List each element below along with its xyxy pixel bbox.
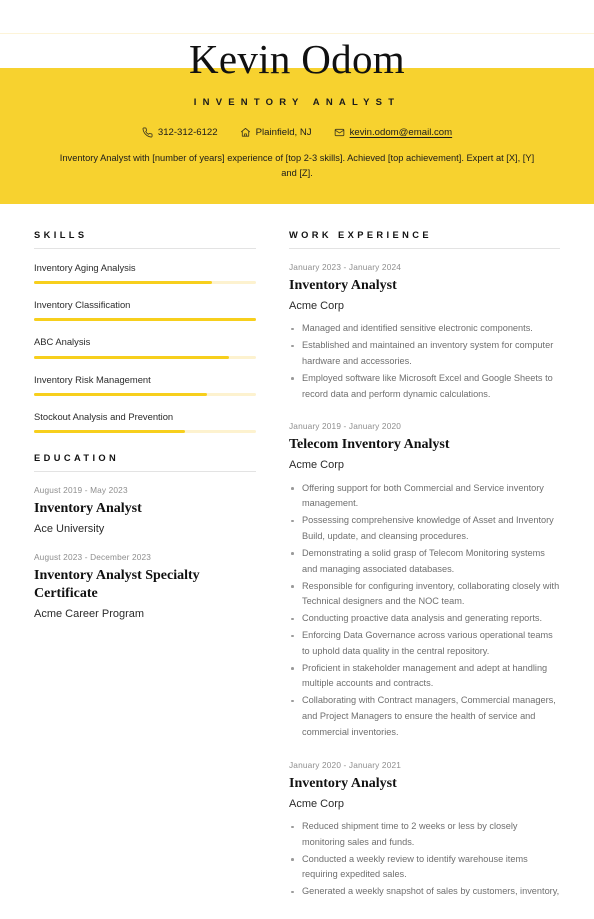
work-entry-bullets: Reduced shipment time to 2 weeks or less… — [289, 819, 560, 900]
work-experience-section: WORK EXPERIENCE January 2023 - January 2… — [289, 230, 560, 900]
education-entry-org: Ace University — [34, 523, 105, 535]
work-entry-title: Inventory Analyst — [289, 278, 397, 293]
education-entry-org: Acme Career Program — [34, 608, 145, 621]
education-entry-title: Inventory Analyst — [34, 501, 142, 517]
contact-row: 312-312-6122 Plainfield, NJ kevin.odom@e… — [40, 127, 554, 138]
education-heading: EDUCATION — [34, 453, 256, 473]
skill-item: Inventory Aging Analysis — [34, 262, 256, 285]
right-column: WORK EXPERIENCE January 2023 - January 2… — [289, 230, 560, 919]
bullet-item: Demonstrating a solid grasp of Telecom M… — [289, 546, 560, 578]
skill-item: Inventory Risk Management — [34, 374, 256, 396]
resume-body: SKILLS Inventory Aging Analysis Inventor… — [0, 204, 594, 919]
email-icon — [334, 127, 345, 138]
bullet-item: Reduced shipment time to 2 weeks or less… — [289, 819, 560, 851]
education-entry-date: August 2019 - May 2023 — [34, 485, 128, 496]
education-section: EDUCATION August 2019 - May 2023 Invento… — [34, 453, 256, 621]
work-entry-bullets: Offering support for both Commercial and… — [289, 481, 560, 741]
skill-level-fill — [34, 392, 208, 396]
skill-level-track — [34, 318, 256, 322]
work-entry-title: Telecom Inventory Analyst — [289, 437, 450, 453]
bullet-item: Employed software like Microsoft Excel a… — [289, 371, 560, 403]
skill-level-track — [34, 355, 256, 359]
skill-item: ABC Analysis — [34, 336, 256, 359]
education-entry-date: August 2023 - December 2023 — [34, 552, 152, 563]
skill-name: Stockout Analysis and Prevention — [34, 410, 174, 422]
education-entry: August 2023 - December 2023 Inventory An… — [34, 552, 256, 621]
candidate-name: Kevin Odom — [189, 36, 405, 82]
bullet-item: Established and maintained an inventory … — [289, 338, 560, 370]
work-entry-title: Inventory Analyst — [289, 775, 397, 791]
contact-email[interactable]: kevin.odom@email.com — [334, 127, 453, 139]
education-entry: August 2019 - May 2023 Inventory Analyst… — [34, 485, 256, 536]
skill-name: Inventory Risk Management — [34, 373, 151, 385]
work-entry-org: Acme Corp — [289, 299, 345, 312]
professional-summary: Inventory Analyst with [number of years]… — [59, 153, 535, 179]
work-entry: January 2020 - January 2021 Inventory An… — [289, 760, 560, 900]
bullet-item: Proficient in stakeholder management and… — [289, 661, 560, 693]
resume-header: Kevin Odom Inventory Analyst 312-312-612… — [0, 0, 594, 204]
skill-level-track — [34, 430, 256, 434]
skill-level-track — [34, 281, 256, 285]
contact-location-text: Plainfield, NJ — [255, 127, 312, 139]
skill-name: Inventory Classification — [34, 299, 131, 311]
skill-level-fill — [34, 430, 185, 434]
work-entry-date: January 2019 - January 2020 — [289, 421, 401, 432]
bullet-item: Generated a weekly snapshot of sales by … — [289, 884, 560, 900]
bullet-item: Responsible for configuring inventory, c… — [289, 579, 560, 611]
bullet-item: Enforcing Data Governance across various… — [289, 628, 560, 660]
bullet-item: Conducted a weekly review to identify wa… — [289, 852, 560, 884]
work-entry: January 2023 - January 2024 Inventory An… — [289, 262, 560, 402]
bullet-item: Possessing comprehensive knowledge of As… — [289, 513, 560, 545]
skill-level-fill — [34, 318, 256, 322]
education-entry-title: Inventory Analyst Specialty Certificate — [34, 568, 200, 602]
bullet-item: Collaborating with Contract managers, Co… — [289, 693, 560, 740]
work-entry: January 2019 - January 2020 Telecom Inve… — [289, 421, 560, 740]
skill-level-fill — [34, 355, 230, 359]
work-entry-date: January 2023 - January 2024 — [289, 262, 401, 272]
skills-section: SKILLS Inventory Aging Analysis Inventor… — [34, 230, 256, 434]
bullet-item: Conducting proactive data analysis and g… — [289, 611, 560, 627]
skill-item: Stockout Analysis and Prevention — [34, 410, 256, 434]
work-entry-org: Acme Corp — [289, 797, 345, 810]
candidate-job-title: Inventory Analyst — [193, 97, 401, 109]
contact-phone-text: 312-312-6122 — [157, 127, 218, 139]
left-column: SKILLS Inventory Aging Analysis Inventor… — [34, 230, 256, 919]
work-entry-org: Acme Corp — [289, 459, 345, 472]
skills-heading: SKILLS — [34, 230, 256, 249]
skill-level-fill — [34, 281, 212, 285]
location-icon — [240, 127, 251, 138]
contact-phone[interactable]: 312-312-6122 — [142, 127, 218, 138]
phone-icon — [142, 127, 153, 138]
bullet-item: Offering support for both Commercial and… — [289, 481, 560, 513]
skill-level-track — [34, 392, 256, 396]
contact-location[interactable]: Plainfield, NJ — [240, 127, 312, 138]
work-entry-bullets: Managed and identified sensitive electro… — [289, 321, 560, 402]
work-entry-date: January 2020 - January 2021 — [289, 759, 401, 770]
bullet-item: Managed and identified sensitive electro… — [289, 321, 560, 337]
skill-item: Inventory Classification — [34, 299, 256, 322]
skill-name: Inventory Aging Analysis — [34, 262, 136, 273]
work-experience-heading: WORK EXPERIENCE — [289, 230, 560, 249]
skill-name: ABC Analysis — [34, 336, 91, 348]
contact-email-text: kevin.odom@email.com — [349, 127, 453, 139]
